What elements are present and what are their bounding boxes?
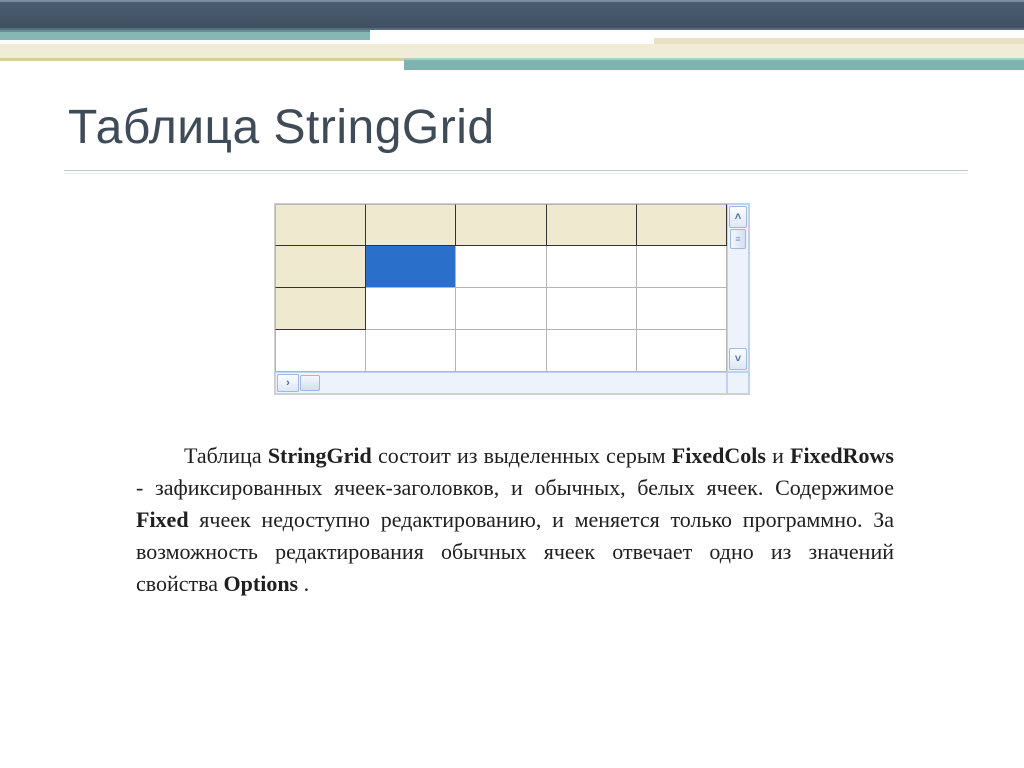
vertical-scrollbar[interactable]: ˄ ≡ ˅ xyxy=(727,204,749,372)
text-bold: Fixed xyxy=(136,507,189,532)
cell[interactable] xyxy=(456,288,546,330)
scrollbar-corner xyxy=(727,372,749,394)
cell[interactable] xyxy=(456,246,546,288)
title-underline xyxy=(64,170,968,174)
grid-cells xyxy=(275,204,727,372)
fixed-cell xyxy=(456,204,546,246)
text-fragment: Таблица xyxy=(184,443,268,468)
text-bold: StringGrid xyxy=(268,443,372,468)
scroll-up-button[interactable]: ˄ xyxy=(729,206,747,228)
cell[interactable] xyxy=(456,330,546,372)
cell[interactable] xyxy=(547,330,637,372)
horizontal-scrollbar[interactable]: ‹ › xyxy=(275,372,727,394)
scroll-down-button[interactable]: ˅ xyxy=(729,348,747,370)
table-row xyxy=(275,288,727,330)
fixed-cell xyxy=(366,204,456,246)
cell[interactable] xyxy=(366,330,456,372)
cell[interactable] xyxy=(366,288,456,330)
cell[interactable] xyxy=(637,330,727,372)
fixed-cell xyxy=(275,246,366,288)
scroll-thumb-vertical[interactable]: ≡ xyxy=(730,229,746,249)
text-bold: FixedRows xyxy=(790,443,894,468)
header-band-dark xyxy=(0,0,1024,30)
body-paragraph: Таблица StringGrid состоит из выделенных… xyxy=(136,440,894,599)
page-title: Таблица StringGrid xyxy=(68,100,495,155)
cell[interactable] xyxy=(637,288,727,330)
string-grid[interactable]: ˄ ≡ ˅ ‹ › xyxy=(275,204,749,394)
text-fragment: - зафиксированных ячеек-заголовков, и об… xyxy=(136,475,894,500)
fixed-cell xyxy=(637,204,727,246)
text-fragment: и xyxy=(772,443,790,468)
table-row xyxy=(275,330,727,372)
text-fragment: состоит из выделенных серым xyxy=(378,443,672,468)
table-row xyxy=(275,204,727,246)
cell[interactable] xyxy=(547,246,637,288)
cell[interactable] xyxy=(637,246,727,288)
fixed-cell xyxy=(547,204,637,246)
cell[interactable] xyxy=(275,330,366,372)
table-row xyxy=(275,246,727,288)
cell[interactable] xyxy=(547,288,637,330)
header-accent-teal-left xyxy=(0,30,370,40)
focused-cell[interactable] xyxy=(366,246,456,288)
fixed-cell xyxy=(275,204,366,246)
scroll-right-button[interactable]: › xyxy=(277,374,299,392)
fixed-cell xyxy=(275,288,366,330)
text-bold: Options xyxy=(224,571,299,596)
scroll-thumb-horizontal[interactable] xyxy=(300,375,320,391)
text-fragment: . xyxy=(304,571,310,596)
header-accent-teal-right xyxy=(404,58,1024,70)
text-bold: FixedCols xyxy=(672,443,766,468)
